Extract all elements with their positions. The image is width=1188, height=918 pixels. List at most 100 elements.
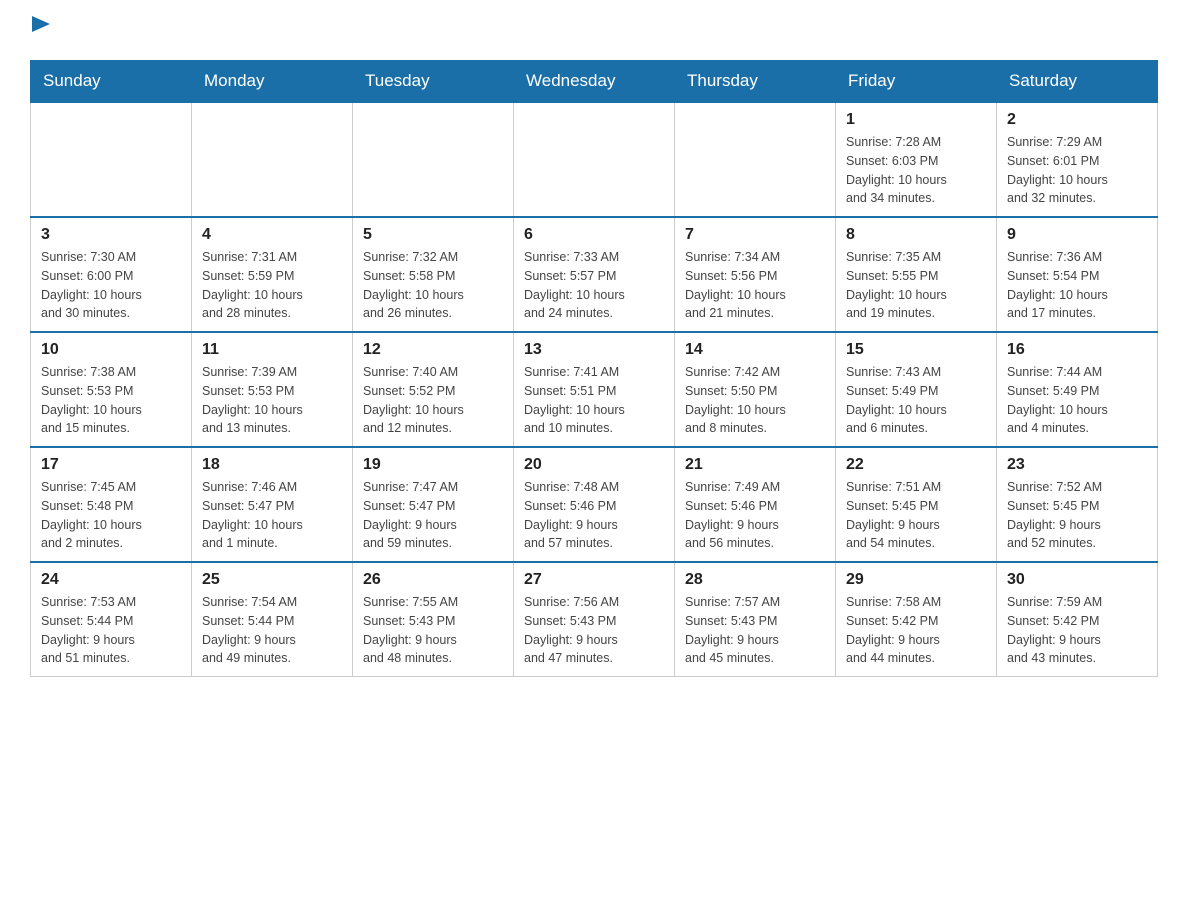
calendar-day: 7 Sunrise: 7:34 AM Sunset: 5:56 PM Daylig… — [675, 217, 836, 332]
day-number: 18 — [202, 456, 342, 474]
calendar-day: 4Sunrise: 7:31 AM Sunset: 5:59 PM Daylig… — [192, 217, 353, 332]
calendar-day: 6 Sunrise: 7:33 AM Sunset: 5:57 PM Daylig… — [514, 217, 675, 332]
header-wednesday: Wednesday — [514, 61, 675, 103]
calendar-header-row: Sunday Monday Tuesday Wednesday Thursday… — [31, 61, 1158, 103]
day-number: 19 — [363, 456, 503, 474]
calendar-day: 16 Sunrise: 7:44 AM Sunset: 5:49 PM Dayli… — [997, 332, 1158, 447]
calendar-day: 29Sunrise: 7:58 AM Sunset: 5:42 PM Dayli… — [836, 562, 997, 677]
calendar-day: 28 Sunrise: 7:57 AM Sunset: 5:43 PM Dayli… — [675, 562, 836, 677]
day-info: Sunrise: 7:54 AM Sunset: 5:44 PM Dayligh… — [202, 593, 342, 668]
calendar-week-4: 17 Sunrise: 7:45 AM Sunset: 5:48 PM Dayli… — [31, 447, 1158, 562]
calendar-day — [192, 102, 353, 217]
header-tuesday: Tuesday — [353, 61, 514, 103]
calendar-day: 17 Sunrise: 7:45 AM Sunset: 5:48 PM Dayli… — [31, 447, 192, 562]
day-number: 26 — [363, 571, 503, 589]
day-info: Sunrise: 7:30 AM Sunset: 6:00 PM Dayligh… — [41, 248, 181, 323]
header-thursday: Thursday — [675, 61, 836, 103]
day-number: 30 — [1007, 571, 1147, 589]
logo — [30, 20, 50, 40]
day-number: 1 — [846, 111, 986, 129]
day-info: Sunrise: 7:56 AM Sunset: 5:43 PM Dayligh… — [524, 593, 664, 668]
day-info: Sunrise: 7:57 AM Sunset: 5:43 PM Dayligh… — [685, 593, 825, 668]
day-info: Sunrise: 7:55 AM Sunset: 5:43 PM Dayligh… — [363, 593, 503, 668]
day-info: Sunrise: 7:36 AM Sunset: 5:54 PM Dayligh… — [1007, 248, 1147, 323]
calendar-day: 21 Sunrise: 7:49 AM Sunset: 5:46 PM Dayli… — [675, 447, 836, 562]
calendar-day — [31, 102, 192, 217]
day-number: 29 — [846, 571, 986, 589]
calendar-day: 8 Sunrise: 7:35 AM Sunset: 5:55 PM Daylig… — [836, 217, 997, 332]
day-info: Sunrise: 7:34 AM Sunset: 5:56 PM Dayligh… — [685, 248, 825, 323]
calendar-day: 24 Sunrise: 7:53 AM Sunset: 5:44 PM Dayli… — [31, 562, 192, 677]
calendar-day: 20 Sunrise: 7:48 AM Sunset: 5:46 PM Dayli… — [514, 447, 675, 562]
day-info: Sunrise: 7:35 AM Sunset: 5:55 PM Dayligh… — [846, 248, 986, 323]
day-info: Sunrise: 7:49 AM Sunset: 5:46 PM Dayligh… — [685, 478, 825, 553]
day-number: 3 — [41, 226, 181, 244]
day-info: Sunrise: 7:28 AM Sunset: 6:03 PM Dayligh… — [846, 133, 986, 208]
calendar-week-1: 1 Sunrise: 7:28 AM Sunset: 6:03 PM Daylig… — [31, 102, 1158, 217]
day-info: Sunrise: 7:29 AM Sunset: 6:01 PM Dayligh… — [1007, 133, 1147, 208]
calendar-day: 30 Sunrise: 7:59 AM Sunset: 5:42 PM Dayli… — [997, 562, 1158, 677]
day-number: 28 — [685, 571, 825, 589]
day-number: 20 — [524, 456, 664, 474]
day-number: 15 — [846, 341, 986, 359]
day-number: 24 — [41, 571, 181, 589]
day-number: 9 — [1007, 226, 1147, 244]
day-number: 16 — [1007, 341, 1147, 359]
day-info: Sunrise: 7:45 AM Sunset: 5:48 PM Dayligh… — [41, 478, 181, 553]
day-number: 4 — [202, 226, 342, 244]
day-number: 25 — [202, 571, 342, 589]
day-info: Sunrise: 7:39 AM Sunset: 5:53 PM Dayligh… — [202, 363, 342, 438]
day-info: Sunrise: 7:53 AM Sunset: 5:44 PM Dayligh… — [41, 593, 181, 668]
day-info: Sunrise: 7:44 AM Sunset: 5:49 PM Dayligh… — [1007, 363, 1147, 438]
calendar-week-3: 10 Sunrise: 7:38 AM Sunset: 5:53 PM Dayli… — [31, 332, 1158, 447]
day-info: Sunrise: 7:38 AM Sunset: 5:53 PM Dayligh… — [41, 363, 181, 438]
day-info: Sunrise: 7:41 AM Sunset: 5:51 PM Dayligh… — [524, 363, 664, 438]
day-number: 23 — [1007, 456, 1147, 474]
day-number: 2 — [1007, 111, 1147, 129]
day-number: 14 — [685, 341, 825, 359]
day-info: Sunrise: 7:40 AM Sunset: 5:52 PM Dayligh… — [363, 363, 503, 438]
day-info: Sunrise: 7:46 AM Sunset: 5:47 PM Dayligh… — [202, 478, 342, 553]
calendar-day: 12 Sunrise: 7:40 AM Sunset: 5:52 PM Dayli… — [353, 332, 514, 447]
calendar-day: 18 Sunrise: 7:46 AM Sunset: 5:47 PM Dayli… — [192, 447, 353, 562]
calendar-day: 22Sunrise: 7:51 AM Sunset: 5:45 PM Dayli… — [836, 447, 997, 562]
calendar-day: 15 Sunrise: 7:43 AM Sunset: 5:49 PM Dayli… — [836, 332, 997, 447]
day-info: Sunrise: 7:43 AM Sunset: 5:49 PM Dayligh… — [846, 363, 986, 438]
calendar-day: 5 Sunrise: 7:32 AM Sunset: 5:58 PM Daylig… — [353, 217, 514, 332]
calendar-day: 26 Sunrise: 7:55 AM Sunset: 5:43 PM Dayli… — [353, 562, 514, 677]
day-number: 17 — [41, 456, 181, 474]
calendar-day: 13Sunrise: 7:41 AM Sunset: 5:51 PM Dayli… — [514, 332, 675, 447]
day-number: 27 — [524, 571, 664, 589]
calendar-day — [514, 102, 675, 217]
header-saturday: Saturday — [997, 61, 1158, 103]
calendar-week-5: 24 Sunrise: 7:53 AM Sunset: 5:44 PM Dayli… — [31, 562, 1158, 677]
calendar-day: 23 Sunrise: 7:52 AM Sunset: 5:45 PM Dayli… — [997, 447, 1158, 562]
calendar-day: 27 Sunrise: 7:56 AM Sunset: 5:43 PM Dayli… — [514, 562, 675, 677]
day-info: Sunrise: 7:42 AM Sunset: 5:50 PM Dayligh… — [685, 363, 825, 438]
day-number: 7 — [685, 226, 825, 244]
day-info: Sunrise: 7:48 AM Sunset: 5:46 PM Dayligh… — [524, 478, 664, 553]
day-number: 10 — [41, 341, 181, 359]
calendar-day: 10 Sunrise: 7:38 AM Sunset: 5:53 PM Dayli… — [31, 332, 192, 447]
day-info: Sunrise: 7:47 AM Sunset: 5:47 PM Dayligh… — [363, 478, 503, 553]
day-number: 8 — [846, 226, 986, 244]
day-info: Sunrise: 7:59 AM Sunset: 5:42 PM Dayligh… — [1007, 593, 1147, 668]
calendar-day: 25 Sunrise: 7:54 AM Sunset: 5:44 PM Dayli… — [192, 562, 353, 677]
logo-triangle-icon — [30, 20, 50, 40]
day-info: Sunrise: 7:52 AM Sunset: 5:45 PM Dayligh… — [1007, 478, 1147, 553]
day-number: 5 — [363, 226, 503, 244]
calendar-week-2: 3 Sunrise: 7:30 AM Sunset: 6:00 PM Daylig… — [31, 217, 1158, 332]
header-sunday: Sunday — [31, 61, 192, 103]
header-monday: Monday — [192, 61, 353, 103]
day-number: 12 — [363, 341, 503, 359]
calendar-day: 11Sunrise: 7:39 AM Sunset: 5:53 PM Dayli… — [192, 332, 353, 447]
day-number: 6 — [524, 226, 664, 244]
day-info: Sunrise: 7:33 AM Sunset: 5:57 PM Dayligh… — [524, 248, 664, 323]
calendar-day: 2 Sunrise: 7:29 AM Sunset: 6:01 PM Daylig… — [997, 102, 1158, 217]
calendar-day: 1 Sunrise: 7:28 AM Sunset: 6:03 PM Daylig… — [836, 102, 997, 217]
calendar-day: 19 Sunrise: 7:47 AM Sunset: 5:47 PM Dayli… — [353, 447, 514, 562]
day-number: 21 — [685, 456, 825, 474]
calendar-day — [675, 102, 836, 217]
day-info: Sunrise: 7:32 AM Sunset: 5:58 PM Dayligh… — [363, 248, 503, 323]
calendar-day: 14 Sunrise: 7:42 AM Sunset: 5:50 PM Dayli… — [675, 332, 836, 447]
